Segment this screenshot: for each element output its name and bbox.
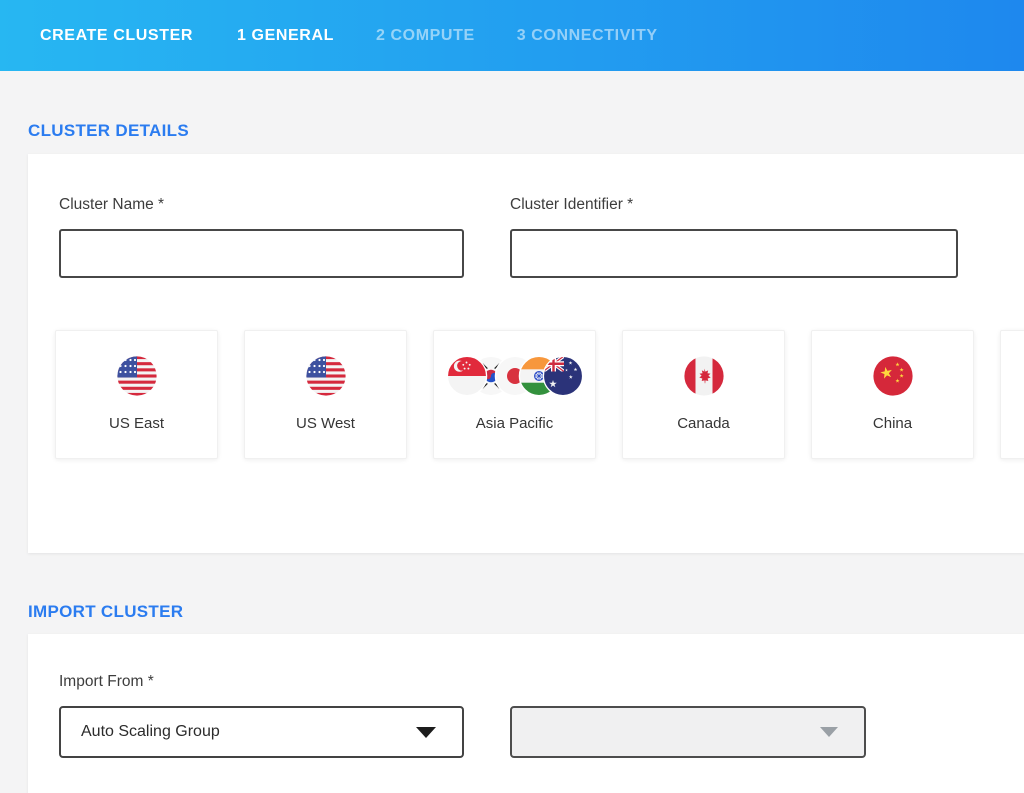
cluster-details-heading: CLUSTER DETAILS (28, 71, 1024, 141)
chevron-down-icon (416, 727, 436, 738)
import-cluster-heading: IMPORT CLUSTER (28, 553, 1024, 622)
region-label: US West (296, 415, 355, 432)
region-card-us-west[interactable]: US West (244, 330, 407, 459)
import-selects-row: Auto Scaling Group (59, 706, 1024, 758)
import-from-label: Import From * (59, 673, 1024, 691)
import-cluster-card: Import From * Auto Scaling Group (28, 634, 1024, 793)
china-flag-icon (873, 356, 913, 396)
wizard-topbar: CREATE CLUSTER 1 GENERAL 2 COMPUTE 3 CON… (0, 0, 1024, 71)
import-from-select[interactable]: Auto Scaling Group (59, 706, 464, 758)
cluster-identifier-field: Cluster Identifier * (510, 196, 958, 278)
canada-flag-icon (684, 356, 724, 396)
cluster-identifier-input[interactable] (510, 229, 958, 278)
region-card-canada[interactable]: Canada (622, 330, 785, 459)
chevron-down-icon (820, 727, 838, 737)
region-list: US East (55, 330, 1024, 459)
region-label: Asia Pacific (476, 415, 554, 432)
cluster-name-field: Cluster Name * (59, 196, 464, 278)
region-card-asia-pacific[interactable]: Asia Pacific (433, 330, 596, 459)
tab-general[interactable]: 1 GENERAL (237, 27, 334, 45)
import-from-selected-value: Auto Scaling Group (81, 723, 220, 741)
create-cluster-page: CREATE CLUSTER 1 GENERAL 2 COMPUTE 3 CON… (0, 0, 1024, 793)
import-source-select[interactable] (510, 706, 866, 758)
region-label: US East (109, 415, 164, 432)
region-card-partial[interactable] (1000, 330, 1024, 459)
cluster-details-card: Cluster Name * Cluster Identifier * (28, 154, 1024, 553)
wizard-steps: 1 GENERAL 2 COMPUTE 3 CONNECTIVITY (237, 27, 700, 45)
cluster-name-label: Cluster Name * (59, 196, 464, 214)
page-title: CREATE CLUSTER (40, 27, 193, 45)
asia-pacific-flags-icon (447, 356, 583, 396)
region-card-us-east[interactable]: US East (55, 330, 218, 459)
region-label: Canada (677, 415, 730, 432)
cluster-fields-row: Cluster Name * Cluster Identifier * (59, 196, 1024, 278)
cluster-identifier-label: Cluster Identifier * (510, 196, 958, 214)
region-card-china[interactable]: China (811, 330, 974, 459)
tab-connectivity[interactable]: 3 CONNECTIVITY (517, 27, 658, 45)
us-flag-icon (117, 356, 157, 396)
tab-compute[interactable]: 2 COMPUTE (376, 27, 475, 45)
us-flag-icon (306, 356, 346, 396)
cluster-name-input[interactable] (59, 229, 464, 278)
region-label: China (873, 415, 912, 432)
